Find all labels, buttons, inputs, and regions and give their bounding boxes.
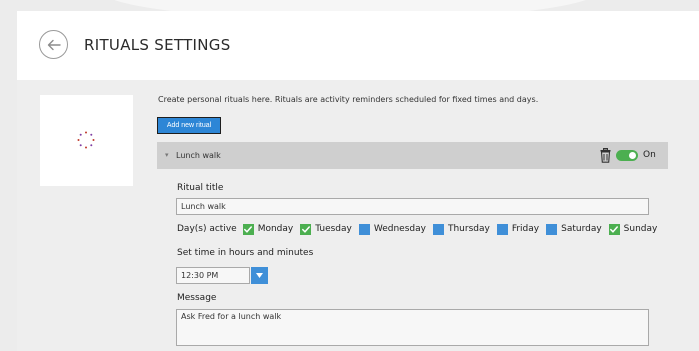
- day-checkbox-tuesday[interactable]: Tuesday: [300, 223, 352, 235]
- time-dropdown-button[interactable]: [251, 267, 268, 284]
- chevron-down-icon[interactable]: ▾: [165, 151, 169, 159]
- checkbox-unchecked-icon[interactable]: [496, 223, 508, 235]
- time-select[interactable]: 12:30 PM: [176, 267, 250, 284]
- checkbox-checked-icon[interactable]: [300, 223, 312, 235]
- checkbox-checked-icon[interactable]: [242, 223, 254, 235]
- day-label: Thursday: [447, 224, 490, 234]
- day-label: Sunday: [623, 224, 658, 234]
- message-textarea[interactable]: Ask Fred for a lunch walk: [176, 309, 649, 346]
- days-list: Monday Tuesday Wednesday Thursday Friday Satu…: [242, 223, 665, 235]
- day-checkbox-sunday[interactable]: Sunday: [608, 223, 658, 235]
- message-label: Message: [177, 293, 217, 303]
- ritual-title-label: Ritual title: [177, 183, 224, 193]
- day-label: Wednesday: [373, 224, 426, 234]
- checkbox-unchecked-icon[interactable]: [546, 223, 558, 235]
- day-checkbox-wednesday[interactable]: Wednesday: [358, 223, 426, 235]
- add-new-ritual-button[interactable]: Add new ritual: [157, 117, 221, 134]
- ritual-title-input[interactable]: [176, 198, 649, 215]
- day-checkbox-monday[interactable]: Monday: [242, 223, 294, 235]
- time-label: Set time in hours and minutes: [177, 248, 314, 258]
- days-active-label: Day(s) active: [177, 224, 237, 234]
- checkbox-unchecked-icon[interactable]: [432, 223, 444, 235]
- chevron-down-icon: [256, 273, 263, 278]
- day-label: Saturday: [561, 224, 602, 234]
- day-checkbox-friday[interactable]: Friday: [496, 223, 540, 235]
- loading-spinner-icon: [77, 131, 95, 149]
- toggle-state-label: On: [643, 150, 656, 160]
- checkbox-unchecked-icon[interactable]: [358, 223, 370, 235]
- app-window: RITUALS SETTINGS Create personal rituals…: [17, 11, 699, 351]
- days-active-row: Day(s) active Monday Tuesday Wednesday Thur…: [177, 223, 664, 235]
- day-label: Tuesday: [315, 224, 352, 234]
- ritual-header-lunch-walk[interactable]: ▾ Lunch walk On: [157, 142, 668, 169]
- day-checkbox-saturday[interactable]: Saturday: [546, 223, 602, 235]
- arrow-left-icon: [47, 39, 61, 50]
- back-button[interactable]: [39, 30, 68, 59]
- intro-text: Create personal rituals here. Rituals ar…: [158, 95, 539, 104]
- page-header: RITUALS SETTINGS: [17, 11, 699, 80]
- trash-icon[interactable]: [600, 148, 611, 163]
- day-label: Friday: [511, 224, 540, 234]
- checkbox-checked-icon[interactable]: [608, 223, 620, 235]
- toggle-knob: [629, 152, 636, 159]
- page-title: RITUALS SETTINGS: [84, 36, 231, 54]
- ritual-enabled-toggle[interactable]: [616, 150, 638, 161]
- ritual-image-placeholder: [40, 95, 133, 186]
- ritual-name: Lunch walk: [176, 151, 221, 160]
- day-label: Monday: [257, 224, 294, 234]
- day-checkbox-thursday[interactable]: Thursday: [432, 223, 490, 235]
